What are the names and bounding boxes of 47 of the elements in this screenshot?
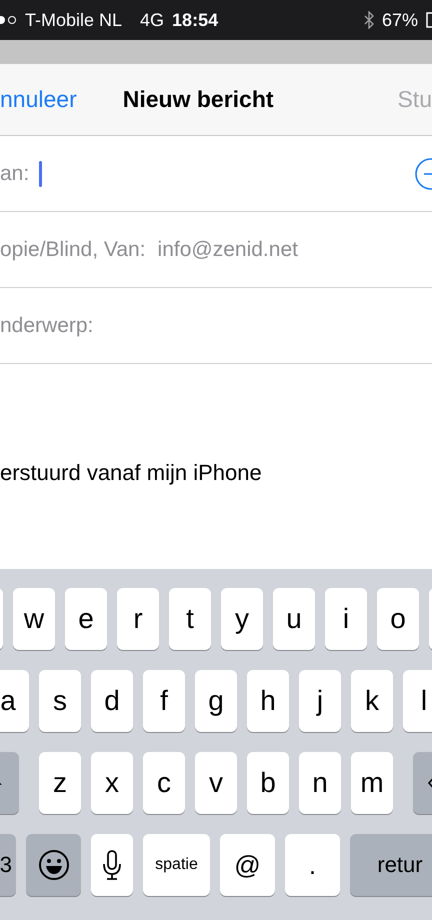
email-signature: erstuurd vanaf mijn iPhone <box>0 458 262 486</box>
key[interactable]: i <box>325 588 367 650</box>
clock: 18:54 <box>172 10 218 30</box>
key[interactable]: 3 <box>0 834 16 896</box>
field-label: nderwerp: <box>0 314 94 338</box>
field-label: an: <box>0 162 30 186</box>
key[interactable]: d <box>91 670 133 732</box>
screen-title: Nieuw bericht <box>122 86 274 113</box>
add-contact-icon[interactable] <box>414 156 432 190</box>
key[interactable]: g <box>195 670 237 732</box>
key[interactable]: h <box>247 670 289 732</box>
microphone-key[interactable] <box>91 834 133 896</box>
key[interactable]: e <box>65 588 107 650</box>
key[interactable]: n <box>299 752 341 814</box>
key[interactable]: s <box>39 670 81 732</box>
key[interactable]: f <box>143 670 185 732</box>
key[interactable]: c <box>143 752 185 814</box>
carrier-name: T-Mobile NL <box>25 10 122 30</box>
battery-percentage: 67% <box>382 10 418 30</box>
key[interactable]: k <box>351 670 393 732</box>
battery-icon <box>426 12 432 28</box>
key[interactable]: j <box>299 670 341 732</box>
key[interactable]: m <box>351 752 393 814</box>
field-label: opie/Blind, Van: <box>0 238 146 262</box>
key[interactable]: r <box>117 588 159 650</box>
key[interactable]: w <box>13 588 55 650</box>
key[interactable]: t <box>169 588 211 650</box>
key[interactable]: l <box>403 670 432 732</box>
bluetooth-icon <box>364 11 374 29</box>
key[interactable]: u <box>273 588 315 650</box>
microphone-icon <box>102 849 122 881</box>
key[interactable]: @ <box>220 834 275 896</box>
key[interactable]: z <box>39 752 81 814</box>
key[interactable]: b <box>247 752 289 814</box>
key[interactable]: o <box>377 588 419 650</box>
signal-icon <box>0 15 17 25</box>
cancel-button[interactable]: nnuleer <box>0 86 77 113</box>
key[interactable]: y <box>221 588 263 650</box>
network-type: 4G <box>140 10 164 30</box>
emoji-key[interactable] <box>26 834 81 896</box>
key[interactable]: . <box>285 834 340 896</box>
smiley-icon <box>38 849 70 881</box>
space-key[interactable]: spatie <box>143 834 210 896</box>
return-key[interactable]: retur <box>350 834 432 896</box>
key[interactable]: a <box>0 670 29 732</box>
key[interactable]: x <box>91 752 133 814</box>
key[interactable]: v <box>195 752 237 814</box>
